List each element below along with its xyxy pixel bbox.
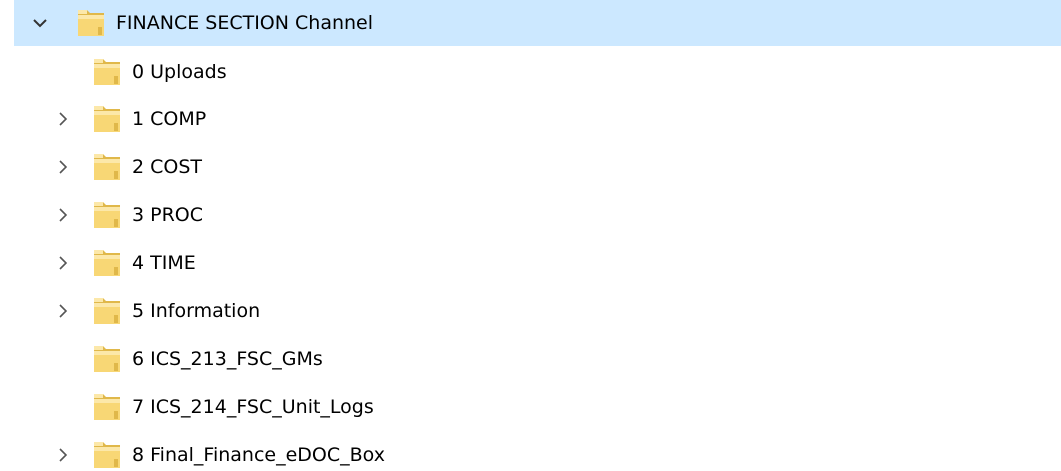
chevron-right-icon[interactable] bbox=[53, 157, 73, 177]
tree-item-5-information[interactable]: 5 Information bbox=[0, 288, 1061, 334]
tree-item-label: 3 PROC bbox=[132, 204, 204, 226]
tree-item-finance-section-channel[interactable]: FINANCE SECTION Channel bbox=[0, 0, 1061, 46]
tree-item-4-time[interactable]: 4 TIME bbox=[0, 240, 1061, 286]
folder-icon bbox=[92, 56, 122, 88]
chevron-down-icon[interactable] bbox=[30, 13, 50, 33]
folder-tree: FINANCE SECTION Channel 0 Uploads 1 COMP… bbox=[0, 0, 1061, 471]
tree-item-label: 7 ICS_214_FSC_Unit_Logs bbox=[132, 396, 374, 418]
tree-item-label: 4 TIME bbox=[132, 252, 196, 274]
tree-item-label: 2 COST bbox=[132, 156, 203, 178]
tree-item-label: 5 Information bbox=[132, 300, 261, 322]
folder-icon bbox=[92, 391, 122, 423]
tree-item-8-final-finance-edoc-box[interactable]: 8 Final_Finance_eDOC_Box bbox=[0, 432, 1061, 471]
folder-icon bbox=[92, 343, 122, 375]
folder-icon bbox=[76, 7, 106, 39]
tree-item-1-comp[interactable]: 1 COMP bbox=[0, 96, 1061, 142]
folder-icon bbox=[92, 247, 122, 279]
folder-icon bbox=[92, 439, 122, 471]
chevron-right-icon[interactable] bbox=[53, 445, 73, 465]
tree-item-3-proc[interactable]: 3 PROC bbox=[0, 192, 1061, 238]
tree-item-0-uploads[interactable]: 0 Uploads bbox=[0, 49, 1061, 95]
chevron-right-icon[interactable] bbox=[53, 205, 73, 225]
folder-icon bbox=[92, 151, 122, 183]
tree-item-2-cost[interactable]: 2 COST bbox=[0, 144, 1061, 190]
folder-icon bbox=[92, 199, 122, 231]
chevron-right-icon[interactable] bbox=[53, 109, 73, 129]
tree-item-7-ics-214-fsc-unit-logs[interactable]: 7 ICS_214_FSC_Unit_Logs bbox=[0, 384, 1061, 430]
chevron-right-icon[interactable] bbox=[53, 253, 73, 273]
tree-item-label: 8 Final_Finance_eDOC_Box bbox=[132, 444, 385, 466]
folder-icon bbox=[92, 103, 122, 135]
tree-item-6-ics-213-fsc-gms[interactable]: 6 ICS_213_FSC_GMs bbox=[0, 336, 1061, 382]
tree-item-label: 0 Uploads bbox=[132, 61, 227, 83]
tree-item-label: 1 COMP bbox=[132, 108, 207, 130]
folder-icon bbox=[92, 295, 122, 327]
chevron-right-icon[interactable] bbox=[53, 301, 73, 321]
tree-item-label: FINANCE SECTION Channel bbox=[116, 12, 374, 34]
tree-item-label: 6 ICS_213_FSC_GMs bbox=[132, 348, 323, 370]
